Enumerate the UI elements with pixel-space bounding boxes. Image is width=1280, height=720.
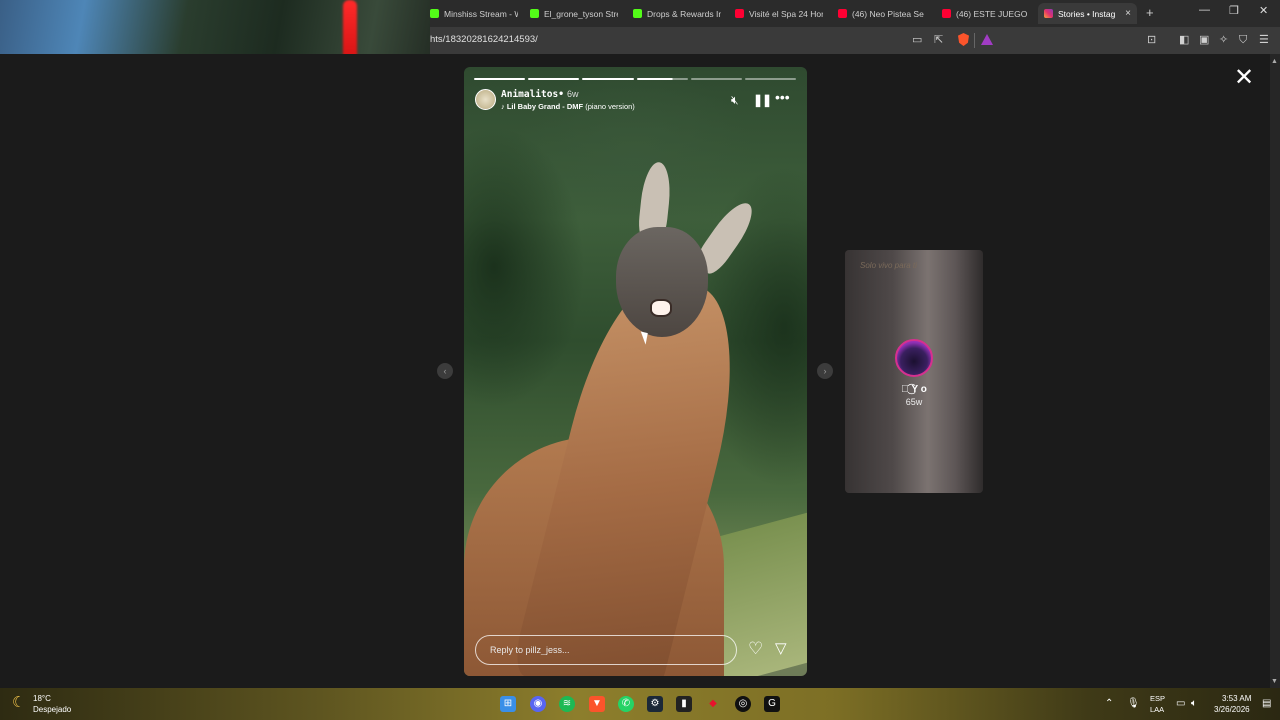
restore-icon[interactable]: ❐ bbox=[1229, 4, 1239, 17]
tab-label: Minshiss Stream - W bbox=[444, 8, 518, 19]
address-bar: hts/18320281624214593/ ▭ ⇱ ⊡ ◧ ▣ ✧ ⛉ ☰ bbox=[430, 27, 1280, 54]
tab-label: Visité el Spa 24 Hor bbox=[749, 8, 823, 19]
scrollbar[interactable] bbox=[1270, 54, 1280, 688]
next-story-arrow-icon[interactable]: › bbox=[817, 363, 833, 379]
menu-icon[interactable]: ☰ bbox=[1259, 34, 1269, 46]
window-close-icon[interactable]: ✕ bbox=[1259, 4, 1268, 17]
whatsapp-icon[interactable]: ✆ bbox=[618, 696, 634, 712]
clock-date[interactable]: 3/26/2026 bbox=[1214, 705, 1250, 714]
cast-icon[interactable]: ▭ bbox=[912, 34, 922, 46]
moon-weather-icon[interactable]: ☾ bbox=[12, 695, 25, 711]
tab-label: El_grone_tyson Stre bbox=[544, 8, 618, 19]
story-time-ago: 6w bbox=[567, 89, 579, 99]
language-top[interactable]: ESP bbox=[1150, 694, 1165, 703]
instagram-icon bbox=[1044, 9, 1053, 18]
next-story-preview[interactable]: Solo vivo para ti ꨄ͜͡ Y o 65w bbox=[845, 250, 983, 493]
address-separator bbox=[974, 33, 975, 48]
screen: Minshiss Stream - W El_grone_tyson Stre … bbox=[0, 0, 1280, 720]
tab-neo-pistea[interactable]: (46) Neo Pistea Se I bbox=[838, 3, 926, 24]
story-progress-segment bbox=[528, 78, 580, 80]
g-app-icon[interactable]: G bbox=[764, 696, 780, 712]
story-progress-segment bbox=[744, 78, 797, 80]
obs-icon[interactable]: ◎ bbox=[735, 696, 751, 712]
wallet-icon[interactable]: ▣ bbox=[1199, 34, 1209, 46]
tab-label: (46) ESTE JUEGO DE bbox=[956, 8, 1030, 19]
brave-rewards-icon[interactable] bbox=[981, 34, 993, 45]
story-music[interactable]: ♪ Lil Baby Grand - DMF (piano version) bbox=[501, 102, 635, 111]
windows-start-icon[interactable]: ⊞ bbox=[500, 696, 516, 712]
tab-label: Drops & Rewards In bbox=[647, 8, 721, 19]
story-user-avatar[interactable] bbox=[475, 89, 496, 110]
story-username[interactable]: Animalitos• bbox=[501, 89, 564, 100]
youtube-icon bbox=[838, 9, 847, 18]
story-progress-bar bbox=[474, 78, 797, 80]
tab-visite-el-spa[interactable]: Visité el Spa 24 Hor bbox=[735, 3, 823, 24]
url-field[interactable]: hts/18320281624214593/ ▭ ⇱ bbox=[430, 27, 1002, 54]
more-options-icon[interactable]: ••• bbox=[775, 90, 790, 104]
story-progress-segment bbox=[474, 78, 526, 80]
llama-mouth bbox=[650, 299, 672, 317]
story-progress-segment bbox=[636, 78, 688, 80]
minimize-icon[interactable]: — bbox=[1199, 4, 1210, 16]
kick-icon bbox=[530, 9, 539, 18]
tab-label: (46) Neo Pistea Se I bbox=[852, 8, 926, 19]
weather-desc[interactable]: Despejado bbox=[33, 705, 71, 714]
weather-temp[interactable]: 18°C bbox=[33, 694, 51, 703]
microphone-icon[interactable]: 🎙︎ bbox=[1127, 698, 1140, 710]
steam-icon[interactable]: ⚙ bbox=[647, 696, 663, 712]
send-icon[interactable]: ▽ bbox=[775, 641, 787, 657]
spotify-icon[interactable]: ≋ bbox=[559, 696, 575, 712]
new-tab-button[interactable]: + bbox=[1146, 5, 1154, 20]
share-icon[interactable]: ⇱ bbox=[934, 34, 943, 46]
kick-icon bbox=[430, 9, 439, 18]
previous-story-arrow-icon[interactable]: ‹ bbox=[437, 363, 453, 379]
reply-input[interactable] bbox=[475, 635, 737, 665]
pause-icon[interactable]: ❚❚ bbox=[753, 94, 772, 106]
close-stories-icon[interactable]: ✕ bbox=[1234, 66, 1254, 90]
next-story-username: ꨄ͜͡ Y o bbox=[901, 384, 927, 395]
tab-minshiss-stream[interactable]: Minshiss Stream - W bbox=[430, 3, 518, 24]
clock-time[interactable]: 3:53 AM bbox=[1222, 694, 1251, 703]
network-icon[interactable]: ▭ bbox=[1176, 698, 1185, 710]
youtube-icon bbox=[942, 9, 951, 18]
story-progress-segment bbox=[582, 78, 634, 80]
tab-este-juego[interactable]: (46) ESTE JUEGO DE bbox=[942, 3, 1030, 24]
scroll-down-icon[interactable]: ▼ bbox=[1271, 678, 1278, 685]
tray-overflow-icon[interactable]: ⌃ bbox=[1105, 698, 1113, 710]
tab-bar: Minshiss Stream - W El_grone_tyson Stre … bbox=[430, 0, 1280, 27]
language-bottom[interactable]: LAA bbox=[1150, 705, 1164, 714]
close-tab-icon[interactable]: × bbox=[1125, 8, 1131, 19]
discord-icon[interactable]: ◉ bbox=[530, 696, 546, 712]
taskbar: ☾ 18°C Despejado ⊞ ◉ ≋ ▼ ✆ ⚙ ▮ ◆ ◎ G ⌃ 🎙… bbox=[0, 688, 1280, 720]
file-app-icon[interactable]: ▮ bbox=[676, 696, 692, 712]
next-story-time-ago: 65w bbox=[905, 397, 923, 407]
story-progress-segment bbox=[690, 78, 742, 80]
url-text[interactable]: hts/18320281624214593/ bbox=[430, 34, 538, 45]
next-story-caption: Solo vivo para ti bbox=[860, 261, 917, 270]
llama-head bbox=[616, 227, 708, 337]
story-music-suffix: (piano version) bbox=[583, 102, 635, 111]
notification-icon[interactable]: ▤ bbox=[1262, 698, 1271, 710]
valorant-icon[interactable]: ◆ bbox=[705, 696, 721, 712]
story-viewer[interactable]: Animalitos• 6w ♪ Lil Baby Grand - DMF (p… bbox=[464, 67, 807, 676]
youtube-icon bbox=[735, 9, 744, 18]
leo-ai-icon[interactable]: ✧ bbox=[1219, 34, 1228, 46]
mute-icon[interactable]: 🔇︎ bbox=[731, 94, 739, 106]
tab-instagram-stories[interactable]: Stories • Instag × bbox=[1038, 3, 1137, 24]
tab-drops-rewards[interactable]: Drops & Rewards In bbox=[633, 3, 721, 24]
sidebar-icon[interactable]: ◧ bbox=[1179, 34, 1189, 46]
tab-el-grone-tyson-stream[interactable]: El_grone_tyson Stre bbox=[530, 3, 618, 24]
scroll-up-icon[interactable]: ▲ bbox=[1271, 58, 1278, 65]
story-music-title: Lil Baby Grand - DMF bbox=[506, 102, 584, 111]
like-heart-icon[interactable]: ♡ bbox=[748, 640, 763, 658]
brave-browser-icon[interactable]: ▼ bbox=[589, 696, 605, 712]
vpn-shield-icon[interactable]: ⛉ bbox=[1239, 34, 1247, 46]
next-story-avatar bbox=[895, 339, 933, 377]
volume-icon[interactable]: 🔈︎ bbox=[1191, 698, 1197, 710]
tab-label: Stories • Instag bbox=[1058, 8, 1116, 19]
screenshot-icon[interactable]: ⊡ bbox=[1147, 34, 1156, 46]
brave-shields-icon[interactable] bbox=[958, 33, 969, 46]
kick-icon bbox=[633, 9, 642, 18]
